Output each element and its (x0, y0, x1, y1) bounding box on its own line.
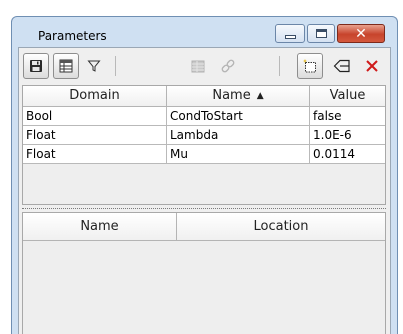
column-header-name[interactable]: Name ▲ (167, 86, 310, 107)
column-header-location[interactable]: Location (177, 213, 385, 241)
table-row[interactable]: Bool CondToStart false (23, 107, 385, 126)
window-title: Parameters (38, 29, 107, 43)
toolbar-separator (115, 56, 116, 76)
cell-value[interactable]: 1.0E-6 (310, 126, 385, 145)
filter-button[interactable] (81, 53, 107, 79)
close-icon: ✕ (355, 25, 367, 42)
table-row[interactable]: Float Mu 0.0114 (23, 145, 385, 164)
column-header-name[interactable]: Name (23, 213, 177, 241)
cell-name[interactable]: Lambda (167, 126, 310, 145)
column-header-domain[interactable]: Domain (23, 86, 167, 107)
splitter-handle[interactable] (22, 208, 386, 210)
window-content: Domain Name ▲ Value Bool CondToStart fals… (18, 47, 391, 334)
sort-ascending-icon: ▲ (256, 91, 264, 101)
cell-domain[interactable]: Float (23, 145, 167, 164)
insert-arrow-button[interactable] (329, 53, 355, 79)
cell-domain[interactable]: Float (23, 126, 167, 145)
new-item-button[interactable] (297, 53, 323, 79)
table-row[interactable]: Float Lambda 1.0E-6 (23, 126, 385, 145)
filter-icon (87, 60, 101, 72)
cell-domain[interactable]: Bool (23, 107, 167, 126)
save-icon (30, 60, 42, 72)
minimize-icon (284, 34, 296, 39)
new-item-icon (302, 59, 316, 73)
insert-arrow-icon (333, 59, 350, 73)
cell-name[interactable]: CondToStart (167, 107, 310, 126)
title-bar[interactable]: Parameters ✕ (12, 17, 397, 47)
locations-table: Name Location (22, 212, 386, 334)
delete-icon (366, 60, 378, 72)
table-header: Domain Name ▲ Value (23, 86, 385, 107)
minimize-button[interactable] (275, 24, 305, 43)
table-view-button[interactable] (53, 53, 79, 79)
maximize-icon (315, 29, 327, 38)
save-button[interactable] (23, 53, 49, 79)
cell-value[interactable]: 0.0114 (310, 145, 385, 164)
parameters-window: Parameters ✕ Domain Name ▲ Value Bool Co… (11, 16, 398, 334)
cell-value[interactable]: false (310, 107, 385, 126)
cell-name[interactable]: Mu (167, 145, 310, 164)
column-header-value[interactable]: Value (310, 86, 385, 107)
close-button[interactable]: ✕ (337, 24, 385, 43)
table-header: Name Location (23, 213, 385, 241)
link-button[interactable] (215, 53, 241, 79)
grid-button[interactable] (185, 53, 211, 79)
link-icon (221, 59, 235, 73)
toolbar-separator (279, 56, 280, 76)
grid-icon (191, 60, 205, 73)
toolbar (19, 48, 390, 84)
delete-button[interactable] (359, 53, 385, 79)
table-view-icon (59, 59, 73, 73)
maximize-button[interactable] (307, 24, 335, 43)
parameters-table: Domain Name ▲ Value Bool CondToStart fals… (22, 85, 386, 205)
